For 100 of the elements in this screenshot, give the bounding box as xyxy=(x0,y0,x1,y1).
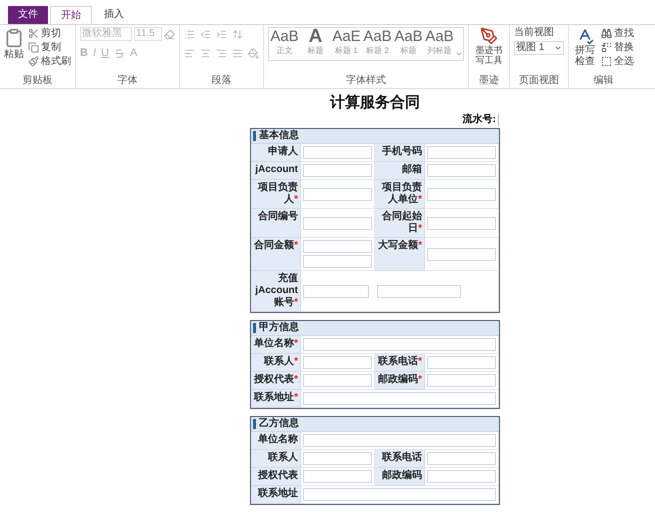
text-field[interactable] xyxy=(303,284,369,298)
text-field[interactable] xyxy=(427,216,496,230)
serial-number-label: 流水号: xyxy=(462,114,496,126)
field-label: 授权代表* xyxy=(251,372,301,390)
align-center-icon xyxy=(200,48,211,59)
section-marker xyxy=(253,323,256,333)
editing-button[interactable]: 全选 xyxy=(601,55,634,68)
copy-icon xyxy=(28,42,39,53)
text-field[interactable] xyxy=(303,164,372,177)
field-label: 申请人 xyxy=(251,144,301,162)
section-title: 甲方信息 xyxy=(259,322,299,334)
field-label: 联系人 xyxy=(251,450,301,468)
section-marker xyxy=(253,131,256,141)
pen-icon xyxy=(480,27,498,45)
paint-bucket-icon xyxy=(248,48,259,59)
field-label: 单位名称 xyxy=(251,432,301,450)
clipboard-button[interactable]: 剪切 xyxy=(28,27,71,40)
field-label: 合同编号 xyxy=(251,209,301,238)
field-label: 项目负责人* xyxy=(251,180,301,209)
text-field[interactable] xyxy=(303,338,496,351)
text-field[interactable] xyxy=(303,470,372,483)
indent-decrease-icon xyxy=(200,29,211,40)
align-right-icon xyxy=(216,48,227,59)
section-title: 乙方信息 xyxy=(259,418,299,430)
text-field[interactable] xyxy=(427,356,496,369)
text-field[interactable] xyxy=(303,374,372,387)
group-caption: 编辑 xyxy=(594,75,614,88)
eraser-icon xyxy=(164,28,175,40)
more-icon xyxy=(455,50,463,58)
view-label: 当前视图 xyxy=(514,27,555,39)
dropdown-icon xyxy=(554,44,562,52)
editing-button[interactable]: 替换 xyxy=(601,41,634,54)
ribbon-tab[interactable]: 开始 xyxy=(50,6,92,24)
style-option[interactable]: A 标题 xyxy=(300,28,331,60)
field-label: 大写金额* xyxy=(375,238,425,271)
text-field[interactable] xyxy=(377,284,461,298)
field-label: 合同起始日* xyxy=(375,209,425,238)
clipboard-button[interactable]: 复制 xyxy=(28,41,71,54)
text-field[interactable] xyxy=(303,188,372,200)
group-caption: 段落 xyxy=(212,75,232,88)
text-field[interactable] xyxy=(303,356,372,369)
field-label: 联系地址* xyxy=(251,390,301,408)
style-option[interactable]: AaB 标题 xyxy=(393,28,424,60)
text-field[interactable] xyxy=(427,164,496,177)
text-field[interactable] xyxy=(427,188,496,200)
text-field[interactable] xyxy=(303,392,496,405)
field-label: 邮政编码* xyxy=(375,372,425,390)
text-field[interactable] xyxy=(303,434,496,447)
style-option[interactable]: AaB 标题 2 xyxy=(362,28,393,60)
ribbon-tab[interactable]: 文件 xyxy=(8,6,48,24)
section-marker xyxy=(253,419,256,429)
strikethrough-icon xyxy=(114,48,125,59)
field-label: 联系人* xyxy=(251,354,301,372)
field-label: 合同金额* xyxy=(251,238,301,271)
field-label: jAccount xyxy=(251,162,301,180)
field-label: 联系电话 xyxy=(375,450,425,468)
group-caption: 页面视图 xyxy=(519,75,559,88)
bullet-list-icon xyxy=(184,29,195,40)
text-field[interactable] xyxy=(303,240,372,253)
ribbon-tab[interactable]: 插入 xyxy=(94,6,134,24)
spell-check-button[interactable]: 拼写检查 xyxy=(573,27,597,67)
view-select[interactable]: 视图 1 xyxy=(514,41,564,55)
paste-button[interactable]: 粘贴 xyxy=(4,27,24,61)
clipboard-button[interactable]: 格式刷 xyxy=(28,55,71,68)
paintbrush-icon xyxy=(28,56,39,67)
text-field[interactable] xyxy=(427,470,496,483)
group-caption: 墨迹 xyxy=(479,75,499,88)
field-label: 联系地址 xyxy=(251,486,301,504)
clipboard-icon xyxy=(4,27,24,49)
text-field[interactable] xyxy=(303,488,496,501)
style-option[interactable]: AaB 列标题 xyxy=(424,28,455,60)
text-field[interactable] xyxy=(303,452,372,465)
text-field[interactable] xyxy=(303,216,372,230)
section-title: 基本信息 xyxy=(259,130,299,142)
select-all-icon xyxy=(601,56,612,67)
scissors-icon xyxy=(28,28,39,39)
align-left-icon xyxy=(184,48,195,59)
text-field[interactable] xyxy=(303,255,372,268)
group-caption: 剪贴板 xyxy=(22,75,52,88)
text-field[interactable] xyxy=(427,452,496,465)
field-label: 邮政编码 xyxy=(375,468,425,486)
indent-increase-icon xyxy=(216,29,227,40)
style-option[interactable]: AaE 标题 1 xyxy=(331,28,362,60)
field-label: 单位名称* xyxy=(251,336,301,354)
field-label: 联系电话* xyxy=(375,354,425,372)
text-field[interactable] xyxy=(427,146,496,159)
text-field[interactable] xyxy=(427,374,496,387)
group-caption: 字体 xyxy=(118,75,138,88)
binoculars-icon xyxy=(601,28,612,39)
field-label: 邮箱 xyxy=(375,162,425,180)
ink-tools-button[interactable]: 墨迹书写工具 xyxy=(473,27,505,65)
justify-icon xyxy=(232,48,243,59)
field-label: 手机号码 xyxy=(375,144,425,162)
style-option[interactable]: AaB 正文 xyxy=(269,28,300,60)
editing-button[interactable]: 查找 xyxy=(601,27,634,40)
text-field[interactable] xyxy=(303,146,372,159)
text-field[interactable] xyxy=(427,248,496,260)
field-label: 项目负责人单位* xyxy=(375,180,425,209)
document-title: 计算服务合同 xyxy=(328,93,421,113)
replace-icon xyxy=(601,42,612,53)
